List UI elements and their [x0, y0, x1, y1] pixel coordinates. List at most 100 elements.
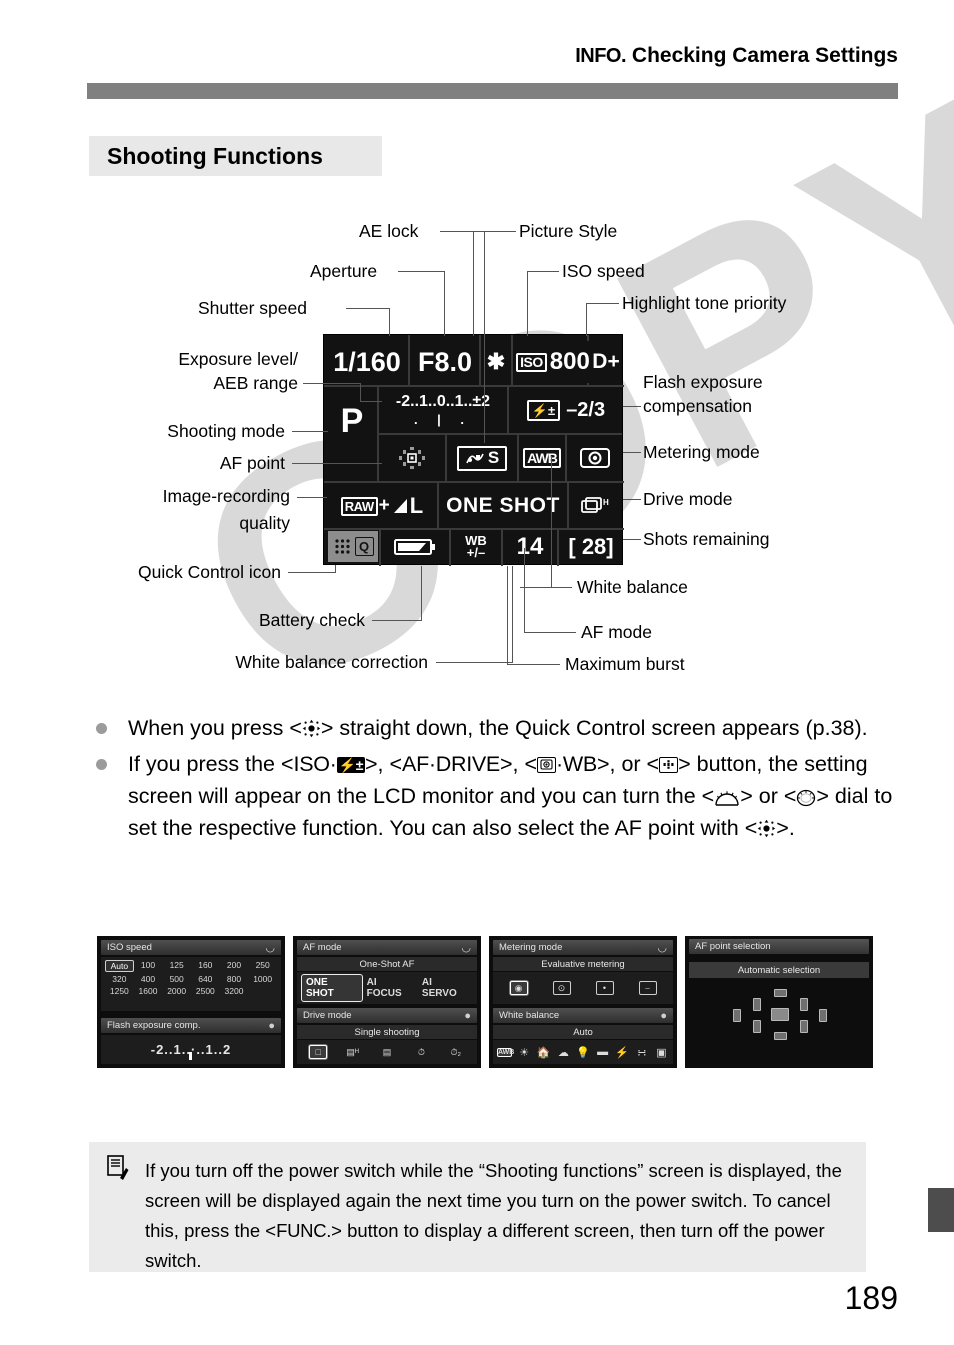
note-pencil-icon: [107, 1155, 129, 1180]
wb-icon-shade[interactable]: 🏠: [536, 1046, 551, 1059]
iso-option-640[interactable]: 640: [191, 974, 220, 984]
callout-picture-style: Picture Style: [519, 221, 618, 241]
wb-icon-color-temp[interactable]: ▣: [654, 1046, 669, 1059]
wb-icon-awb[interactable]: AWB: [497, 1047, 514, 1057]
callout-metering-mode: Metering mode: [643, 442, 760, 462]
iso-option-100[interactable]: 100: [134, 960, 163, 972]
iso-option-320[interactable]: 320: [105, 974, 134, 984]
leader-af-point: [292, 463, 382, 465]
iso-option-2000[interactable]: 2000: [162, 986, 191, 996]
iso-option-2500[interactable]: 2500: [191, 986, 220, 996]
iso-option-1000[interactable]: 1000: [248, 974, 277, 984]
drive-mode-title: Drive mode: [303, 1010, 352, 1021]
wb-corr-line2: +/–: [466, 544, 486, 560]
af-point-center: [771, 1008, 789, 1021]
drive-icon-single[interactable]: □: [309, 1045, 328, 1059]
af-point-button-icon: [659, 757, 679, 773]
iso-option-500[interactable]: 500: [162, 974, 191, 984]
quick-control-dial-icon: ●: [268, 1019, 275, 1032]
af-option-ai-focus[interactable]: AI FOCUS: [363, 975, 418, 1001]
bullet-dot-icon-2: [96, 759, 107, 770]
wb-icon-fluorescent[interactable]: ▬: [595, 1046, 610, 1058]
lcd-af-point-indicator: [380, 435, 444, 481]
leader-shooting-mode: [292, 431, 328, 433]
iso-option-160[interactable]: 160: [191, 960, 220, 972]
header-title-text: Checking Camera Settings: [631, 44, 898, 67]
lcd-highlight-tone-priority: D+: [590, 341, 622, 383]
af-point-lower-right: [800, 1020, 808, 1033]
iso-option-125[interactable]: 125: [162, 960, 191, 972]
af-mode-title: AF mode: [303, 942, 342, 953]
af-option-ai-servo[interactable]: AI SERVO: [418, 975, 473, 1001]
iso-option-800[interactable]: 800: [220, 974, 249, 984]
drive-icon-self-timer-2s[interactable]: ⏱₂: [447, 1045, 465, 1059]
iso-option-auto[interactable]: Auto: [105, 960, 134, 972]
leader-htp: [586, 303, 619, 305]
callout-battery-check: Battery check: [258, 610, 365, 630]
lcd-shooting-functions-display: 1/160 F8.0 ✱ ISO 800 D+ P -2..1..0..1..±…: [323, 334, 624, 566]
leader-ae-lock-v: [473, 231, 475, 336]
metering-icon-spot[interactable]: •: [595, 981, 614, 995]
callout-af-point: AF point: [219, 453, 285, 473]
wb-icon-cloudy[interactable]: ☁: [556, 1046, 571, 1059]
wb-icon-daylight[interactable]: ☀: [517, 1046, 532, 1059]
thumb-af-point-selection[interactable]: AF point selection Automatic selection: [685, 936, 873, 1068]
metering-icon-center-weighted[interactable]: ⎯: [638, 981, 657, 995]
iso-option-1600[interactable]: 1600: [134, 986, 163, 996]
iso-option-1250[interactable]: 1250: [105, 986, 134, 996]
grid-dots-icon: [334, 539, 350, 554]
af-point-grid[interactable]: [685, 936, 873, 1068]
af-point-upper-right: [800, 998, 808, 1011]
lcd-quick-control-icon[interactable]: Q: [328, 531, 378, 562]
note-box: If you turn off the power switch while t…: [89, 1142, 866, 1272]
iso-option-250[interactable]: 250: [248, 960, 277, 972]
lcd-image-quality: RAW + L: [328, 485, 436, 527]
metering-mode-title: Metering mode: [499, 942, 563, 953]
flash-comp-icon: ⚡±: [526, 399, 561, 421]
callout-flash-exp-comp: Flash exposure: [643, 372, 763, 392]
drive-icon-low-speed[interactable]: ▤: [378, 1045, 396, 1059]
wb-icon-flash[interactable]: ⚡: [615, 1046, 630, 1059]
drive-icon-high-speed[interactable]: ▤ᴴ: [344, 1045, 362, 1059]
iso-value-grid[interactable]: Auto 100 125 160 200 250 320 400 500 640…: [101, 957, 281, 996]
button-dot-1: ·: [329, 752, 337, 776]
leader-quality: [297, 497, 327, 499]
af-point-top: [774, 989, 787, 997]
wb-icon-custom[interactable]: ∺: [634, 1046, 649, 1059]
bullet-1-text-a: When you press <: [128, 716, 302, 740]
leader-shutter: [346, 308, 390, 310]
white-balance-current: Auto: [493, 1025, 673, 1039]
iso-option-200[interactable]: 200: [220, 960, 249, 972]
af-point-right: [819, 1009, 827, 1022]
callout-image-quality-2: quality: [239, 513, 290, 533]
svg-text:H: H: [603, 498, 609, 507]
af-option-one-shot[interactable]: ONE SHOT: [301, 974, 363, 1002]
iso-speed-title: ISO speed: [107, 942, 152, 953]
exposure-scale-numbers: -2..1..0..1..±2: [395, 393, 491, 410]
iso-option-3200[interactable]: 3200: [220, 986, 249, 996]
metering-icon-partial[interactable]: ⊙: [552, 981, 571, 995]
thumb-af-mode[interactable]: AF mode ◡ One-Shot AF ONE SHOT AI FOCUS …: [293, 936, 481, 1068]
info-button-icon: INFO.: [575, 45, 627, 67]
fine-jpeg-icon: [393, 499, 407, 513]
af-point-lower-left: [753, 1020, 761, 1033]
main-dial-icon: [715, 791, 739, 806]
raw-icon: RAW: [340, 496, 378, 516]
leader-afmode-v: [524, 548, 526, 633]
leader-metering: [623, 452, 641, 454]
iso-option-400[interactable]: 400: [134, 974, 163, 984]
metering-mode-title-bar: Metering mode ◡: [493, 940, 673, 955]
iso-label-icon: ISO: [516, 352, 547, 372]
callout-highlight-tone-priority: Highlight tone priority: [622, 293, 787, 313]
flash-comp-value: –2/3: [566, 398, 606, 421]
af-point-bottom: [774, 1032, 787, 1040]
thumb-iso-speed[interactable]: ISO speed ◡ Auto 100 125 160 200 250 320…: [97, 936, 285, 1068]
drive-mode-title-bar: Drive mode ●: [297, 1008, 477, 1023]
thumb-metering-mode[interactable]: Metering mode ◡ Evaluative metering ◉ ⊙ …: [489, 936, 677, 1068]
drive-icon-self-timer[interactable]: ⏱: [412, 1045, 430, 1059]
evaluative-metering-icon: [580, 448, 610, 468]
metering-icon-evaluative[interactable]: ◉: [509, 981, 528, 995]
wb-icon-tungsten[interactable]: 💡: [576, 1046, 591, 1059]
bullet-list: When you press < > straight down, the Qui…: [92, 712, 902, 848]
main-dial-icon-2: ◡: [461, 942, 471, 954]
